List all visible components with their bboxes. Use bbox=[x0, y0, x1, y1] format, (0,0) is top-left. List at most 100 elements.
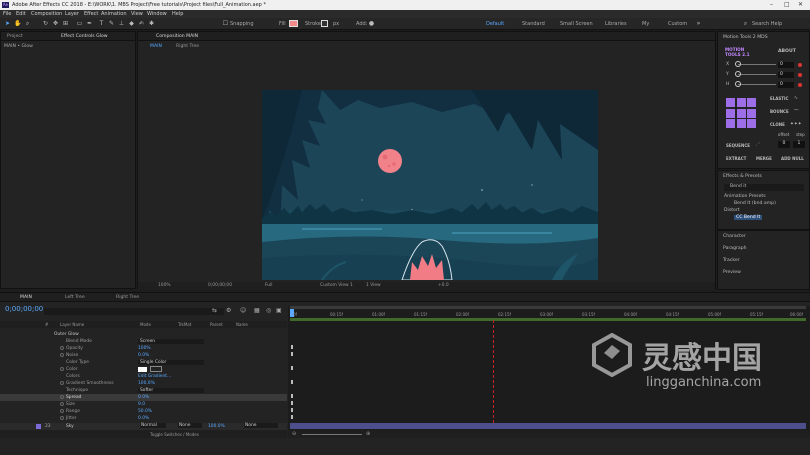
sky-layer-bar[interactable] bbox=[290, 423, 806, 429]
menu-layer[interactable]: Layer bbox=[65, 11, 79, 17]
menu-help[interactable]: Help bbox=[172, 11, 183, 17]
shy-layers-icon[interactable]: ☺ bbox=[240, 307, 246, 314]
roto-brush-tool-icon[interactable]: ✍ bbox=[138, 20, 145, 27]
slider-h-value[interactable]: 0 bbox=[778, 82, 794, 88]
clone-stamp-tool-icon[interactable]: ⊥ bbox=[118, 20, 125, 27]
about-button[interactable]: ABOUT bbox=[778, 49, 796, 54]
panel-tracker[interactable]: Tracker bbox=[723, 258, 740, 263]
keyframe-marker[interactable] bbox=[291, 408, 293, 412]
anchor-right[interactable] bbox=[747, 108, 756, 118]
hand-tool-icon[interactable]: ✋ bbox=[14, 20, 21, 27]
sequence-offset-input[interactable]: 0 bbox=[778, 141, 790, 148]
keyframe-y-icon[interactable] bbox=[798, 73, 802, 77]
exposure-value[interactable]: +0.0 bbox=[438, 283, 449, 288]
prop-row-spread[interactable]: Spread 0.0% bbox=[0, 394, 287, 401]
close-icon[interactable]: ✕ bbox=[798, 1, 803, 8]
elastic-button[interactable]: ELASTIC bbox=[770, 96, 788, 101]
layer-stretch-value[interactable]: 100.0% bbox=[208, 424, 225, 429]
puppet-tool-icon[interactable]: ✱ bbox=[148, 20, 155, 27]
text-tool-icon[interactable]: T bbox=[98, 20, 105, 27]
bounce-button[interactable]: BOUNCE bbox=[770, 109, 789, 114]
timeline-tab-right-tree[interactable]: Right Tree bbox=[116, 295, 139, 300]
layer-name[interactable]: Sky bbox=[66, 424, 74, 429]
views-layout-select[interactable]: 1 View bbox=[366, 283, 381, 288]
timeline-tab-left-tree[interactable]: Left Tree bbox=[65, 295, 85, 300]
rotate-tool-icon[interactable]: ↻ bbox=[42, 20, 49, 27]
view-select[interactable]: Custom View 1 bbox=[320, 283, 353, 288]
brush-tool-icon[interactable]: ✎ bbox=[108, 20, 115, 27]
anchor-top-right[interactable] bbox=[747, 98, 756, 107]
minimize-icon[interactable]: – bbox=[770, 1, 773, 8]
pan-behind-tool-icon[interactable]: ⊞ bbox=[62, 20, 69, 27]
layer-row-sky[interactable]: 23 Sky Normal None 100.0% None bbox=[0, 423, 287, 430]
tree-distort[interactable]: Distort bbox=[724, 208, 740, 213]
comp-flowchart-icon[interactable]: ⇆ bbox=[212, 307, 217, 314]
graph-editor-icon[interactable]: ▣ bbox=[276, 307, 282, 314]
snapping-checkbox-icon[interactable]: ☐ bbox=[222, 20, 229, 27]
workspace-small-screen[interactable]: Small Screen bbox=[560, 21, 593, 27]
slider-y-handle[interactable] bbox=[735, 71, 741, 77]
prop-row-technique[interactable]: Technique Softer bbox=[0, 387, 287, 394]
sequence-button[interactable]: SEQUENCE bbox=[726, 143, 750, 148]
add-icon[interactable]: ● bbox=[368, 20, 375, 27]
timeline-tab-main[interactable]: MAIN bbox=[20, 295, 32, 300]
prop-row-noise[interactable]: Noise 0.0% bbox=[0, 352, 287, 359]
keyframe-marker[interactable] bbox=[291, 352, 293, 356]
stroke-swatch[interactable] bbox=[321, 20, 328, 27]
layer-parent-select[interactable]: None bbox=[244, 423, 278, 428]
workspace-custom[interactable]: Custom bbox=[668, 21, 687, 27]
prop-row-color[interactable]: Color bbox=[0, 366, 287, 373]
comp-subtab-main[interactable]: MAIN bbox=[150, 44, 162, 49]
zoom-in-icon[interactable]: ⊕ bbox=[366, 431, 370, 437]
resolution-select[interactable]: Full bbox=[265, 283, 273, 288]
tab-composition[interactable]: Composition MAIN bbox=[156, 34, 198, 39]
color-swatch[interactable] bbox=[138, 367, 147, 372]
tab-project[interactable]: Project bbox=[7, 34, 23, 39]
slider-x-value[interactable]: 0 bbox=[778, 62, 794, 68]
zoom-tool-icon[interactable]: ⌕ bbox=[24, 20, 31, 27]
workspace-my[interactable]: My bbox=[642, 21, 649, 27]
current-time-indicator[interactable] bbox=[493, 320, 494, 423]
timeline-search-input[interactable] bbox=[44, 308, 224, 315]
composition-viewer[interactable] bbox=[262, 90, 598, 280]
search-help-input[interactable]: Search Help bbox=[752, 21, 782, 27]
keyframe-marker[interactable] bbox=[291, 345, 293, 349]
keyframe-marker[interactable] bbox=[291, 380, 293, 384]
panel-paragraph[interactable]: Paragraph bbox=[723, 246, 747, 251]
prop-row-jitter[interactable]: Jitter 0.0% bbox=[0, 415, 287, 422]
tree-cc-bend-it[interactable]: CC Bend It bbox=[734, 215, 763, 220]
prop-row-gradient-smoothness[interactable]: Gradient Smoothness 100.0% bbox=[0, 380, 287, 387]
fill-swatch[interactable] bbox=[289, 20, 298, 27]
keyframe-marker[interactable] bbox=[291, 366, 293, 370]
prop-row-size[interactable]: Size 9.0 bbox=[0, 401, 287, 408]
work-area-bar[interactable] bbox=[290, 306, 806, 309]
anchor-top[interactable] bbox=[736, 98, 746, 107]
tree-animation-presets[interactable]: Animation Presets bbox=[724, 194, 766, 199]
selection-tool-icon[interactable]: ➤ bbox=[4, 20, 11, 27]
camera-tool-icon[interactable]: ✥ bbox=[52, 20, 59, 27]
effects-search-input[interactable]: Bend it bbox=[724, 184, 804, 191]
prop-row-range[interactable]: Range 50.0% bbox=[0, 408, 287, 415]
eraser-tool-icon[interactable]: ◆ bbox=[128, 20, 135, 27]
menu-window[interactable]: Window bbox=[147, 11, 167, 17]
prop-row-opacity[interactable]: Opacity 100% bbox=[0, 345, 287, 352]
tab-effect-controls[interactable]: Effect Controls Glow bbox=[61, 34, 108, 39]
eyedropper-icon[interactable] bbox=[150, 366, 162, 372]
keyframe-x-icon[interactable] bbox=[798, 63, 802, 67]
layer-trkmat-select[interactable]: None bbox=[178, 423, 202, 428]
prop-row-blend-mode[interactable]: Blend Mode Screen bbox=[0, 338, 287, 345]
keyframe-marker[interactable] bbox=[291, 415, 293, 419]
workspace-libraries[interactable]: Libraries bbox=[605, 21, 627, 27]
keyframe-marker[interactable] bbox=[291, 394, 293, 398]
workspace-overflow-icon[interactable]: » bbox=[695, 20, 702, 27]
anchor-bottom[interactable] bbox=[736, 119, 746, 128]
workspace-default[interactable]: Default bbox=[486, 21, 504, 27]
slider-x-handle[interactable] bbox=[735, 61, 741, 67]
sequence-step-input[interactable]: 1 bbox=[793, 141, 805, 148]
prop-row-color-type[interactable]: Color Type Single Color bbox=[0, 359, 287, 366]
anchor-bottom-right[interactable] bbox=[747, 119, 756, 128]
menu-composition[interactable]: Composition bbox=[31, 11, 62, 17]
panel-character[interactable]: Character bbox=[723, 234, 746, 239]
slider-h-handle[interactable] bbox=[735, 81, 741, 87]
slider-y-value[interactable]: 0 bbox=[778, 72, 794, 78]
